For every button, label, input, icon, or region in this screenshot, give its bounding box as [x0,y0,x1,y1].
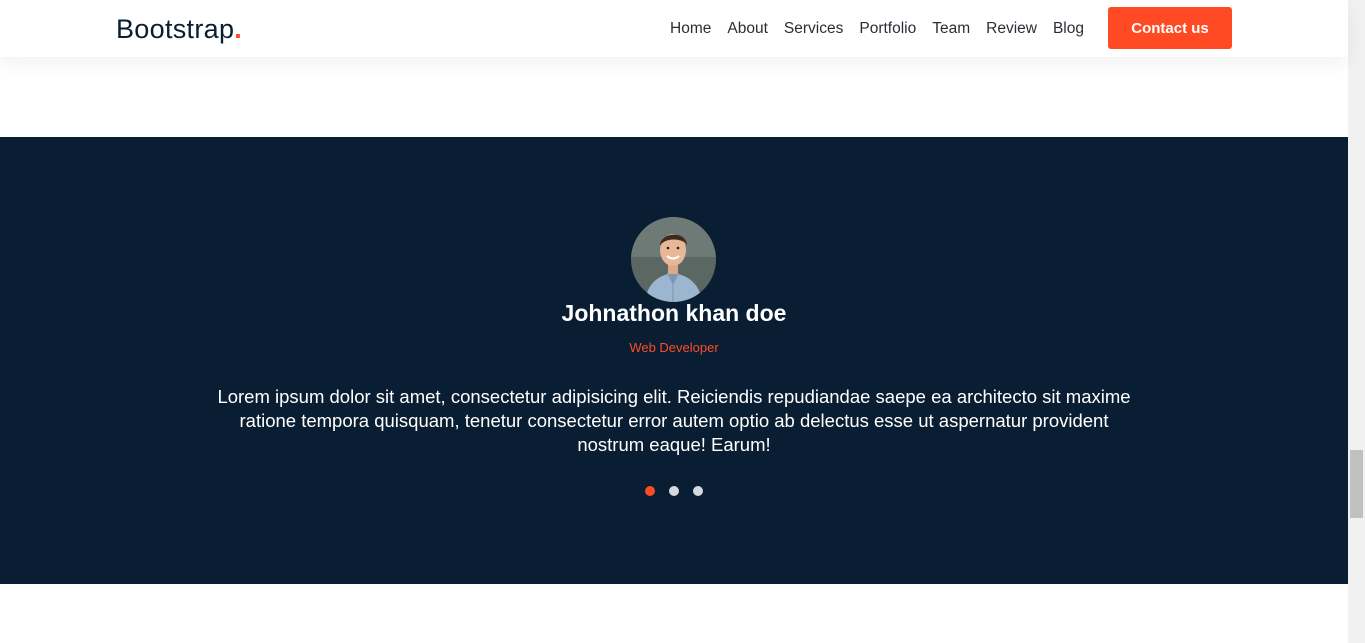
nav-link-blog[interactable]: Blog [1053,19,1084,39]
testimonial-name: Johnathon khan doe [561,300,787,326]
brand-name: Bootstrap [116,14,235,44]
brand-logo[interactable]: Bootstrap. [116,13,242,45]
nav-link-team[interactable]: Team [932,19,970,39]
person-photo-icon [631,217,716,302]
nav-link-about[interactable]: About [727,19,768,39]
brand-dot: . [234,14,243,44]
nav-link-services[interactable]: Services [784,19,843,39]
testimonial-role: Web Developer [629,340,719,355]
carousel-dot-3[interactable] [693,486,703,496]
nav-link-review[interactable]: Review [986,19,1037,39]
nav-link-portfolio[interactable]: Portfolio [859,19,916,39]
navbar: Bootstrap. Home About Services Portfolio… [0,0,1348,57]
carousel-indicators [645,486,703,496]
page-scrollbar[interactable] [1348,0,1365,643]
avatar [631,217,716,302]
nav-menu: Home About Services Portfolio Team Revie… [670,19,1084,39]
testimonial-section: Johnathon khan doe Web Developer Lorem i… [0,137,1348,584]
contact-us-button[interactable]: Contact us [1108,7,1232,49]
testimonial-quote: Lorem ipsum dolor sit amet, consectetur … [217,386,1131,455]
scrollbar-thumb[interactable] [1350,450,1363,518]
carousel-dot-1[interactable] [645,486,655,496]
nav-link-home[interactable]: Home [670,19,711,39]
carousel-dot-2[interactable] [669,486,679,496]
page: Bootstrap. Home About Services Portfolio… [0,0,1348,643]
